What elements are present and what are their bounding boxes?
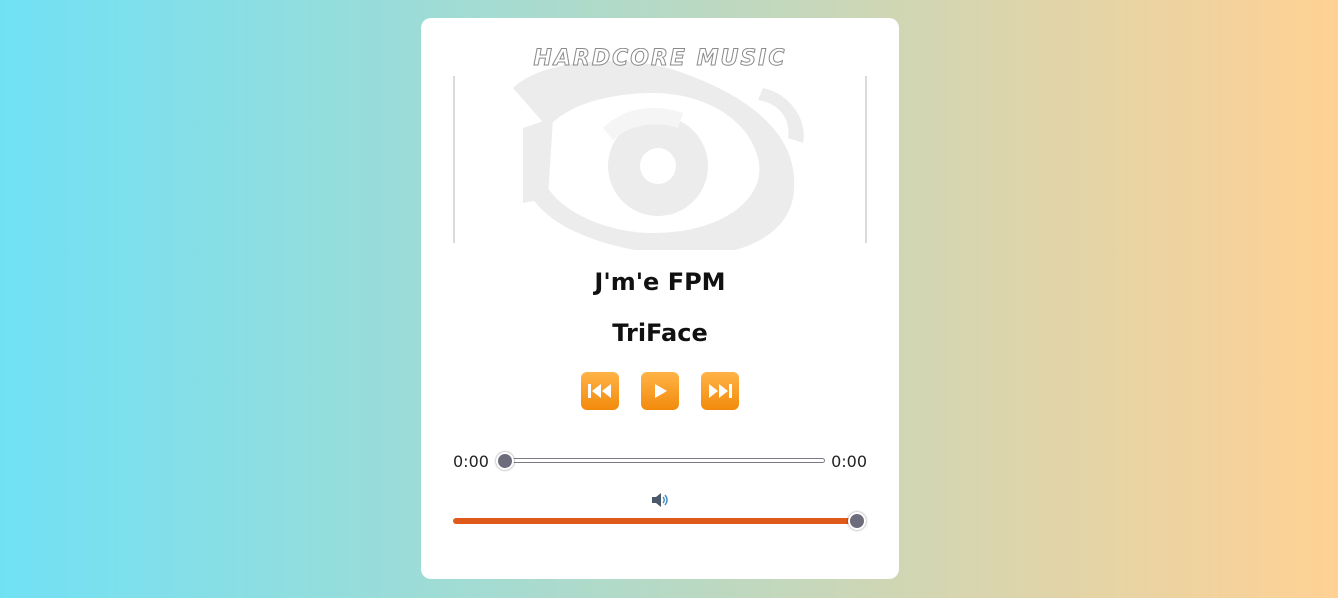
previous-button[interactable] — [581, 372, 619, 410]
song-title: J'm'e FPM — [594, 268, 726, 296]
play-icon — [655, 384, 667, 398]
seek-slider-thumb[interactable] — [496, 452, 514, 470]
total-time: 0:00 — [831, 452, 867, 471]
previous-track-icon — [588, 384, 611, 398]
next-button[interactable] — [701, 372, 739, 410]
artist-name: TriFace — [612, 319, 708, 347]
volume-slider-track[interactable] — [453, 518, 857, 524]
tribal-swirl-logo-icon: HARDCORE MUSIC — [453, 48, 867, 250]
playback-controls — [421, 372, 899, 410]
cover-wordmark: HARDCORE MUSIC — [533, 48, 786, 71]
next-track-icon — [709, 384, 732, 398]
play-button[interactable] — [641, 372, 679, 410]
speaker-icon — [652, 493, 668, 507]
album-cover: HARDCORE MUSIC — [453, 48, 867, 250]
current-time: 0:00 — [453, 452, 489, 471]
volume-slider-thumb[interactable] — [848, 512, 866, 530]
music-player-card: HARDCORE MUSIC J'm'e FPM TriFace 0:00 0:… — [421, 18, 899, 579]
seek-slider-track[interactable] — [497, 458, 825, 463]
